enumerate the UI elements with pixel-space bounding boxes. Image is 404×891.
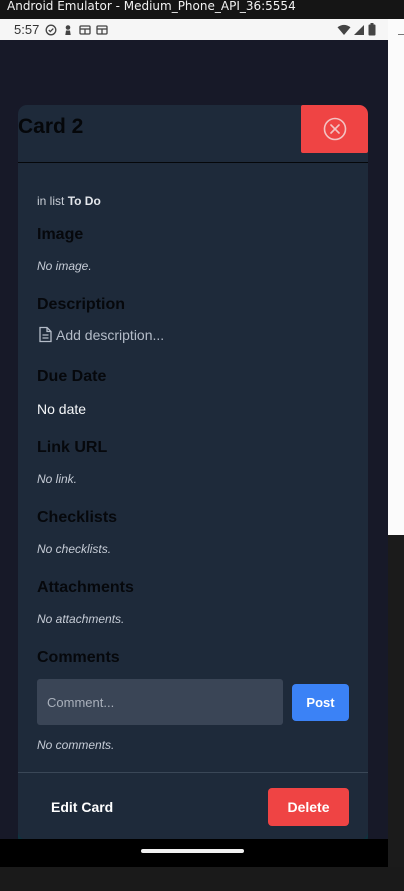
status-time: 5:57 [14, 22, 40, 37]
person-icon [65, 24, 72, 35]
add-description-text: Add description... [56, 326, 165, 343]
emulator-title: Android Emulator - Medium_Phone_API_36:5… [0, 0, 404, 19]
link-section-title: Link URL [37, 439, 108, 456]
comment-input[interactable] [37, 679, 283, 725]
side-panel-surface [388, 19, 404, 535]
signal-icon [354, 24, 364, 35]
status-icons [337, 23, 376, 36]
close-circle-icon [323, 117, 346, 141]
modal-footer: Edit Card Delete [18, 772, 368, 840]
list-name: To Do [67, 194, 101, 208]
due-date-value: No date [37, 401, 87, 417]
gesture-handle[interactable] [141, 849, 244, 853]
phone-screen: 5:57 Card 2 in list To Do Image No image… [0, 19, 388, 858]
checklists-section-title: Checklists [37, 509, 118, 526]
link-empty-text: No link. [37, 472, 78, 486]
attachments-section-title: Attachments [37, 579, 134, 596]
navigation-bar [0, 839, 388, 867]
description-section-title: Description [37, 296, 126, 313]
in-list-prefix: in list [37, 194, 65, 208]
delete-card-button[interactable]: Delete [268, 788, 349, 826]
card-icon [96, 24, 108, 35]
post-comment-button[interactable]: Post [292, 684, 349, 721]
card-title: Card 2 [18, 115, 84, 138]
edit-card-button[interactable]: Edit Card [38, 789, 126, 825]
card-detail-modal: Card 2 in list To Do Image No image. Des… [18, 105, 368, 840]
close-button[interactable] [301, 105, 368, 153]
attachments-empty-text: No attachments. [37, 612, 125, 626]
checklists-empty-text: No checklists. [37, 542, 112, 556]
status-bar: 5:57 [0, 19, 388, 40]
image-empty-text: No image. [37, 259, 92, 273]
document-icon [39, 326, 52, 343]
image-section-title: Image [37, 226, 84, 243]
check-circle-icon [45, 24, 57, 35]
due-date-section-title: Due Date [37, 368, 107, 385]
list-info: in list To Do [37, 194, 101, 208]
battery-icon [368, 23, 376, 36]
emulator-side-panel [388, 19, 404, 891]
modal-header: Card 2 [18, 105, 368, 163]
add-description-button[interactable]: Add description... [37, 326, 164, 343]
comments-section-title: Comments [37, 649, 120, 666]
card-icon [79, 24, 91, 35]
emulator-bottom-strip [0, 867, 404, 891]
comments-empty-text: No comments. [37, 738, 115, 752]
wifi-icon [337, 24, 351, 35]
